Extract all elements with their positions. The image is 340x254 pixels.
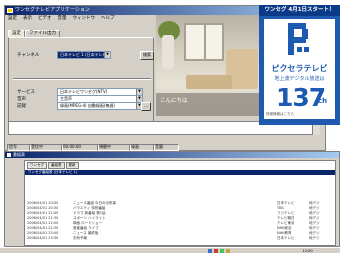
program-guide-titlebar[interactable]: 番組表	[5, 152, 339, 158]
status-time: 00:00:00	[61, 144, 99, 151]
ad-brand: ピクセラテレビ	[271, 64, 328, 73]
network-icon[interactable]	[208, 249, 212, 253]
menu-item-window[interactable]: ウィンドウ	[70, 15, 99, 22]
mode-select-value: 録画(MPEG-4) 自動録画(毎週)	[60, 103, 115, 108]
menu-item-volume[interactable]: 音量	[55, 15, 70, 22]
menu-item-settings[interactable]: 設定	[5, 15, 20, 22]
greeting-bar: こんにちは	[156, 93, 263, 116]
settings-tabs: 設定 ファイル出力	[8, 30, 60, 38]
service-label: サービス	[17, 90, 35, 95]
greeting-text: こんにちは	[160, 98, 188, 104]
selected-query-row[interactable]: ワンセグ番組表 (日本テレビ 1)	[25, 170, 335, 175]
app-title: ワンセグテレビアプリケーション	[15, 7, 90, 13]
menu-item-video[interactable]: ビデオ	[35, 15, 55, 22]
status-signal: 信号	[7, 144, 31, 151]
pixela-logo-icon	[288, 23, 309, 55]
audio-label: 音声	[17, 97, 26, 102]
settings-panel: チャンネル 日本テレビ 1 (日本テレビ) ▼ 検索 サービス 日本テレビワンセ…	[8, 37, 154, 123]
menu-item-view[interactable]: 表示	[20, 15, 35, 22]
mode-browse-button[interactable]: …	[141, 102, 151, 111]
preview-vase-shape	[162, 35, 174, 69]
audio-select-value: 主音声	[60, 96, 72, 101]
ad-subtitle: 地上波デジタル放送は	[274, 76, 325, 82]
cell-type: 地デジ	[309, 236, 320, 240]
chevron-down-icon: ▼	[104, 52, 110, 58]
divider	[13, 78, 151, 80]
ad-footnote: 詳細情報はこちら	[266, 112, 294, 116]
cell-time: 2006/04/01 23:30	[27, 236, 59, 240]
app-logo-icon	[7, 8, 13, 13]
menu-item-help[interactable]: ヘルプ	[98, 15, 118, 22]
volume-icon[interactable]	[220, 249, 225, 253]
program-guide-content: ワンセグ 番組表 更新 ワンセグ番組表 (日本テレビ 1) 2006/04/01 2…	[24, 160, 336, 246]
channel-select-value: 日本テレビ 1 (日本テレビ)	[60, 52, 109, 57]
ad-card: ピクセラテレビ 地上波デジタル放送は 137 ch 詳細情報はこちら	[264, 19, 335, 119]
ad-channel: 137 ch	[266, 83, 333, 113]
status-volume: 音量	[153, 144, 179, 151]
preview-table-shape	[186, 75, 232, 89]
program-guide-title: 番組表	[13, 152, 25, 157]
security-icon[interactable]	[214, 249, 219, 253]
program-guide-window: 番組表 ワンセグ 番組表 更新 ワンセグ番組表 (日本テレビ 1) 2006/04/…	[4, 151, 340, 247]
video-preview: こんにちは	[156, 15, 263, 116]
toolbar-oneseg-button[interactable]: ワンセグ	[27, 162, 47, 169]
status-receiving: 受信中	[29, 144, 63, 151]
toolbar-refresh-button[interactable]: 更新	[65, 162, 79, 169]
toolbar-guide-button[interactable]: 番組表	[48, 162, 65, 169]
cell-station: 日本テレビ	[277, 236, 295, 240]
service-select-value: 日本テレビワンセグ(NTV)	[60, 89, 108, 94]
mode-label: 記録	[17, 104, 26, 109]
preview-window-shape	[184, 23, 224, 61]
window-icon	[7, 153, 11, 157]
taskbar: 12:00	[0, 247, 340, 253]
ad-channel-unit: ch	[318, 97, 328, 105]
cell-program: 天気予報	[73, 236, 87, 240]
ad-banner[interactable]: ワンセグ 4月1日スタート！ ピクセラテレビ 地上波デジタル放送は 137 ch…	[259, 5, 340, 125]
program-guide-toolbar: ワンセグ 番組表 更新	[27, 162, 80, 169]
mode-select[interactable]: 録画(MPEG-4) 自動録画(毎週) ▼	[57, 102, 143, 110]
ad-headline: ワンセグ 4月1日スタート！	[259, 5, 340, 16]
app-statusbar: 信号 受信中 00:00:00 視聴中 録画 音量	[7, 143, 325, 151]
system-tray: 12:00	[208, 248, 340, 254]
status-watching: 視聴中	[97, 144, 131, 151]
program-table: 2006/04/01 20:00 ニュース番組 今日の出来事 日本テレビ 地デジ 20…	[27, 201, 333, 241]
channel-select[interactable]: 日本テレビ 1 (日本テレビ) ▼	[57, 51, 111, 59]
channel-search-button[interactable]: 検索	[140, 51, 154, 60]
table-row[interactable]: 2006/04/01 23:30 天気予報 日本テレビ 地デジ	[27, 236, 333, 241]
status-recording: 録画	[129, 144, 155, 151]
tv-tuner-icon[interactable]	[226, 249, 231, 253]
taskbar-clock[interactable]: 12:00	[303, 248, 313, 254]
channel-label: チャンネル	[17, 53, 40, 58]
